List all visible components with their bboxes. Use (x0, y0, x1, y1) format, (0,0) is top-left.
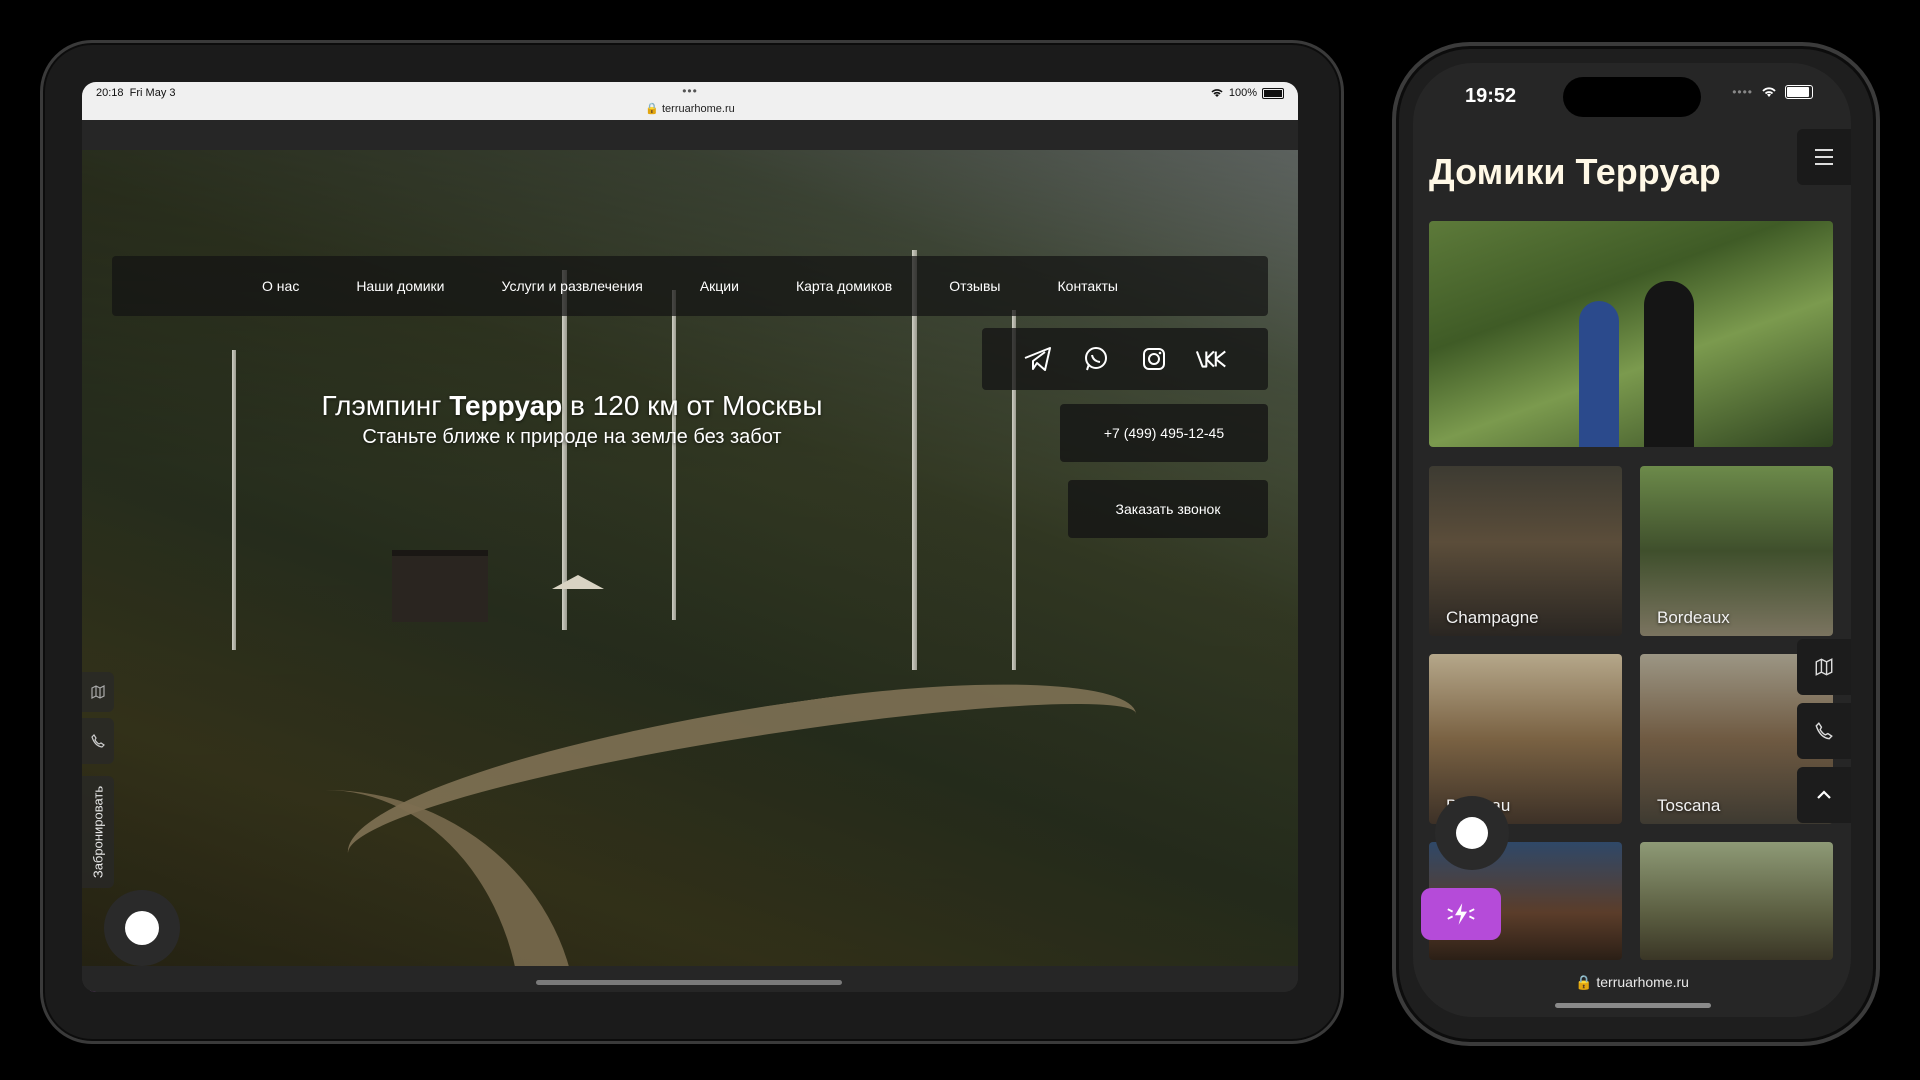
nav-promotions[interactable]: Акции (700, 278, 739, 294)
chat-bubble-icon (1456, 817, 1488, 849)
multitask-dots-icon[interactable]: ••• (682, 84, 698, 98)
house-card[interactable] (1640, 842, 1833, 960)
phone-clock: 19:52 (1465, 85, 1517, 107)
lightning-icon (1447, 903, 1475, 925)
tablet-status-indicators: 100% (1210, 87, 1284, 99)
main-nav: О нас Наши домики Услуги и развлечения А… (112, 256, 1268, 316)
house-card-champagne[interactable]: Champagne (1429, 466, 1622, 636)
phone-screen: 19:52 •••• Домики Терруар Champagne Bord… (1413, 63, 1851, 1017)
hero-subheadline: Станьте ближе к природе на земле без заб… (362, 426, 782, 448)
address-bar[interactable]: 🔒 terruarhome.ru (645, 102, 735, 115)
nav-about[interactable]: О нас (262, 278, 299, 294)
tablet-screen: 20:18 Fri May 3 ••• 🔒 terruarhome.ru 100… (82, 82, 1298, 992)
whatsapp-icon[interactable] (1079, 342, 1113, 376)
request-call-button[interactable]: Заказать звонок (1068, 480, 1268, 538)
call-side-button[interactable] (1797, 703, 1851, 759)
house-name: Bordeaux (1657, 608, 1730, 627)
map-side-button[interactable] (82, 672, 114, 712)
map-icon (1815, 658, 1833, 676)
home-indicator[interactable] (1555, 1003, 1711, 1008)
house-name: Champagne (1446, 608, 1539, 627)
nav-reviews[interactable]: Отзывы (949, 278, 1000, 294)
instagram-icon[interactable] (1137, 342, 1171, 376)
hero-headline: Глэмпинг Терруар в 120 км от Москвы (321, 390, 823, 421)
hero-photo[interactable] (1429, 221, 1833, 447)
battery-percent: 100% (1228, 87, 1257, 99)
phone-address-bar[interactable]: 🔒 terruarhome.ru (1413, 960, 1851, 1017)
nav-services[interactable]: Услуги и развлечения (502, 278, 643, 294)
dynamic-island (1563, 77, 1701, 117)
house-name: Toscana (1657, 796, 1721, 815)
wifi-icon (1762, 87, 1776, 97)
tablet-clock: 20:18 Fri May 3 (96, 87, 176, 99)
phone-icon (1815, 722, 1833, 740)
battery-icon (1785, 85, 1813, 99)
chevron-up-icon (1817, 790, 1831, 799)
nav-contacts[interactable]: Контакты (1058, 278, 1118, 294)
nav-houses[interactable]: Наши домики (356, 278, 444, 294)
url-text: 🔒 terruarhome.ru (1575, 974, 1689, 990)
book-side-tab[interactable]: Забронировать (82, 776, 114, 888)
page-bottom-strip (82, 966, 1298, 992)
telegram-icon[interactable] (1021, 342, 1055, 376)
page-title: Домики Терруар (1429, 151, 1721, 192)
social-links (982, 328, 1268, 390)
house-card-bordeaux[interactable]: Bordeaux (1640, 466, 1833, 636)
vk-icon[interactable] (1195, 342, 1229, 376)
page-top-strip (82, 120, 1298, 150)
scroll-top-button[interactable] (1797, 767, 1851, 823)
home-indicator[interactable] (536, 980, 842, 985)
chat-button[interactable] (104, 890, 180, 966)
quick-action-button[interactable] (1421, 888, 1501, 940)
wifi-icon (1211, 89, 1223, 97)
phone-number-button[interactable]: +7 (499) 495-12-45 (1060, 404, 1268, 462)
nav-map[interactable]: Карта домиков (796, 278, 892, 294)
cabin-image (392, 550, 488, 622)
book-tab-label: Забронировать (90, 785, 106, 879)
chat-bubble-icon (125, 911, 159, 945)
umbrella-image (552, 575, 604, 589)
menu-button[interactable] (1797, 129, 1851, 185)
battery-icon (1262, 87, 1284, 99)
call-side-button[interactable] (82, 718, 114, 764)
hero-background: О нас Наши домики Услуги и развлечения А… (82, 150, 1298, 992)
signal-icon: •••• (1732, 85, 1753, 99)
map-icon (91, 685, 105, 699)
tablet-status-bar: 20:18 Fri May 3 ••• 🔒 terruarhome.ru 100… (82, 82, 1298, 120)
chat-button[interactable] (1435, 796, 1509, 870)
map-side-button[interactable] (1797, 639, 1851, 695)
phone-status-indicators: •••• (1732, 85, 1813, 99)
phone-icon (91, 734, 105, 748)
